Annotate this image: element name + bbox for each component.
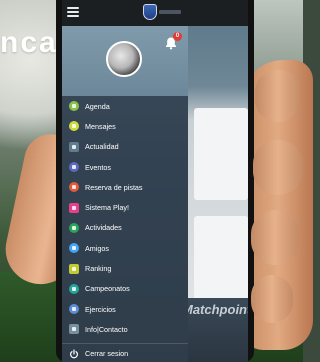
menu-item-agenda[interactable]: Agenda: [62, 96, 188, 116]
calendar-icon: [69, 101, 79, 112]
menu-item-label: Campeonatos: [85, 284, 130, 294]
phone-device: Matchpoint 0 Agenda Mensajes Actualidad Eve…: [56, 0, 254, 362]
club-logo-text: [159, 10, 181, 14]
promo-headline: nca: [0, 26, 58, 59]
matchpoint-watermark: Matchpoint: [182, 302, 248, 317]
hand-finger: [251, 210, 299, 265]
menu-item-reserva-de-pistas[interactable]: Reserva de pistas: [62, 177, 188, 197]
menu-divider: [62, 343, 188, 344]
menu-item-ranking[interactable]: Ranking: [62, 258, 188, 278]
play-system-icon: [69, 202, 79, 213]
menu-item-label: Reserva de pistas: [85, 182, 143, 192]
menu-item-label: Info|Contacto: [85, 324, 128, 334]
power-icon: [69, 348, 79, 359]
hamburger-menu-icon[interactable]: [67, 7, 79, 17]
menu-item-label: Ranking: [85, 264, 112, 274]
booking-icon: [69, 182, 79, 193]
user-avatar[interactable]: [106, 41, 142, 77]
menu-item-actividades[interactable]: Actividades: [62, 218, 188, 238]
menu-item-label: Eventos: [85, 162, 111, 172]
ranking-icon: [69, 263, 79, 274]
menu-item-label: Actividades: [85, 223, 122, 233]
menu-item-label: Actualidad: [85, 142, 119, 152]
trophy-icon: [69, 283, 79, 294]
menu-item-ejercicios[interactable]: Ejercicios: [62, 299, 188, 319]
drawer-menu: Agenda Mensajes Actualidad Eventos Reserva d…: [62, 96, 188, 340]
hand-finger: [251, 275, 293, 323]
hand-finger: [253, 140, 303, 195]
menu-item-actualidad[interactable]: Actualidad: [62, 137, 188, 157]
menu-item-label: Mensajes: [85, 121, 116, 131]
menu-item-campeonatos[interactable]: Campeonatos: [62, 279, 188, 299]
menu-item-eventos[interactable]: Eventos: [62, 157, 188, 177]
logout-button[interactable]: Cerrar sesion: [62, 345, 188, 362]
exercise-icon: [69, 304, 79, 315]
menu-item-label: Sistema Play!: [85, 203, 129, 213]
navigation-drawer: 0 Agenda Mensajes Actualidad Eventos Reserva…: [62, 26, 188, 362]
events-icon: [69, 162, 79, 173]
app-content-card: [194, 108, 248, 200]
phone-screen: Matchpoint 0 Agenda Mensajes Actualidad Eve…: [62, 0, 248, 362]
info-icon: [69, 324, 79, 335]
menu-item-mensajes[interactable]: Mensajes: [62, 116, 188, 136]
message-icon: [69, 121, 79, 132]
activities-icon: [69, 222, 79, 233]
menu-item-amigos[interactable]: Amigos: [62, 238, 188, 258]
notification-count-badge: 0: [173, 32, 182, 41]
club-crest-logo: [143, 4, 157, 20]
logout-label: Cerrar sesion: [85, 349, 129, 358]
friends-icon: [69, 243, 79, 254]
app-top-bar: [62, 0, 248, 26]
drawer-header: 0: [62, 26, 188, 96]
menu-item-sistema-play[interactable]: Sistema Play!: [62, 197, 188, 217]
news-icon: [69, 141, 79, 152]
menu-item-label: Agenda: [85, 101, 110, 111]
menu-item-label: Amigos: [85, 243, 109, 253]
menu-item-label: Ejercicios: [85, 304, 116, 314]
menu-item-info-contacto[interactable]: Info|Contacto: [62, 319, 188, 339]
app-content-card: [194, 216, 248, 306]
hand-finger: [255, 70, 301, 122]
